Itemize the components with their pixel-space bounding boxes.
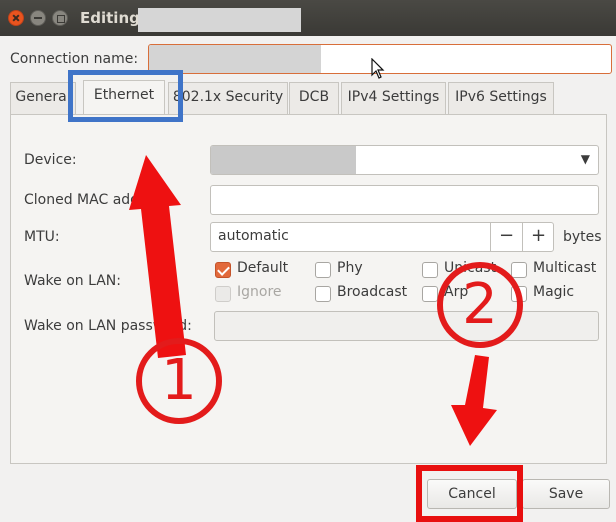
arrow-up-icon bbox=[129, 155, 186, 358]
annotation-arrows bbox=[129, 155, 497, 446]
arrow-down-icon bbox=[451, 355, 497, 446]
annotation-step-1-marker: 1 bbox=[136, 338, 222, 424]
annotation-step-2-marker: 2 bbox=[437, 262, 523, 348]
